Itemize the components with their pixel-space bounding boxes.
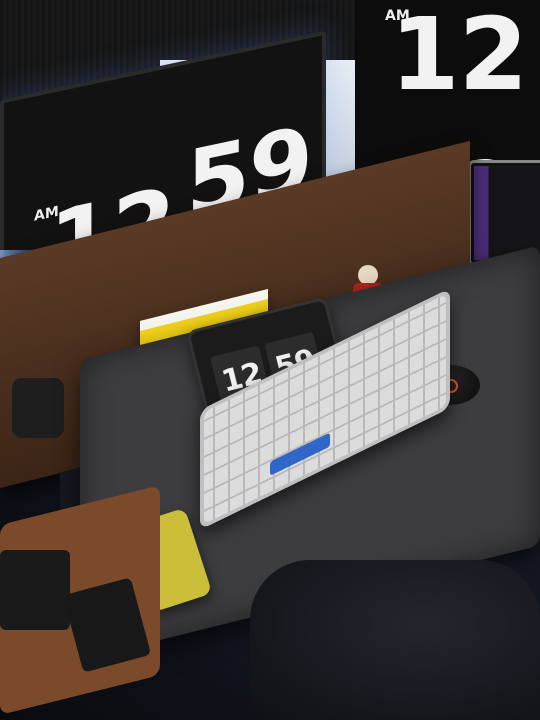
figure-head	[358, 265, 378, 285]
music-app-screen	[474, 166, 540, 260]
camera-icon	[0, 550, 70, 630]
speaker	[12, 378, 64, 438]
chair	[250, 560, 540, 720]
desk-setup-photo: AM 12 59 AM 12 59 不安全入口 12 59	[0, 0, 540, 720]
clock-hour: 12	[390, 0, 528, 113]
spacebar	[270, 432, 330, 476]
